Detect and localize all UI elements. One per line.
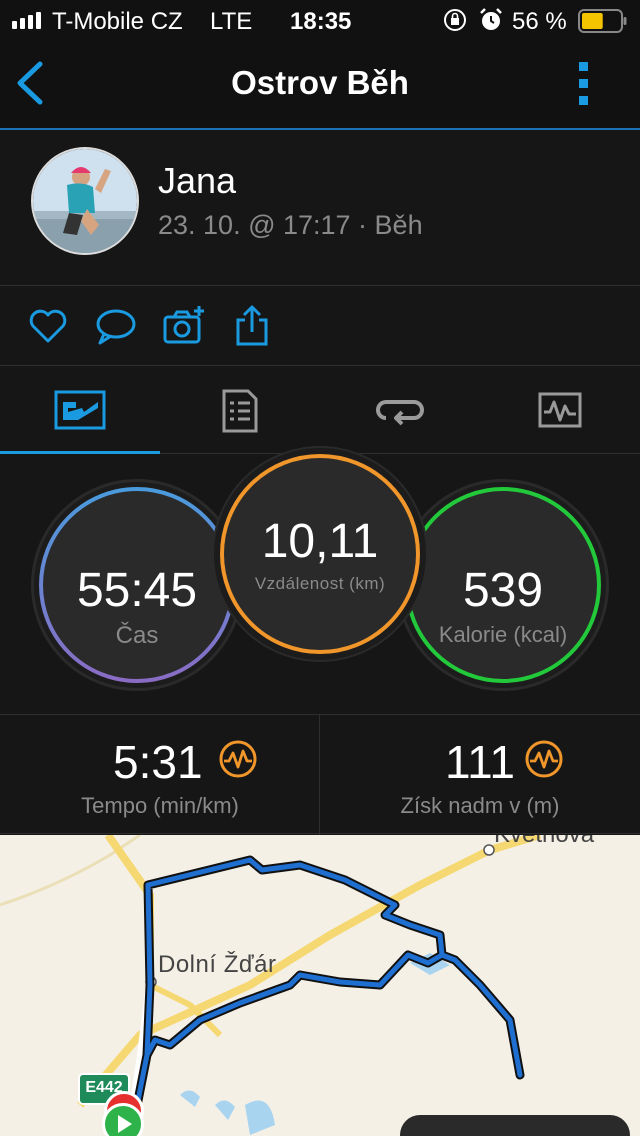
heart-icon[interactable]: [26, 304, 70, 348]
elevation-label: Získ nadm v (m): [400, 793, 560, 818]
calories-value: 539: [462, 564, 544, 617]
summary-stats: 55:45 Čas 539 Kalorie (kcal) 10,11 Vzdál…: [0, 446, 640, 714]
route-map[interactable]: Dolní Žďár Květnová E442: [0, 835, 640, 1136]
calories-label: Kalorie (kcal): [438, 622, 568, 647]
activity-tabs: [0, 366, 640, 455]
tab-laps[interactable]: [320, 366, 480, 454]
share-icon[interactable]: [230, 304, 274, 348]
charts-tab-icon: [538, 392, 582, 428]
activity-header: Jana 23. 10. @ 17:17 · Běh: [0, 130, 640, 286]
pace-metric[interactable]: 5:31 Tempo (min/km): [0, 715, 320, 835]
chevron-left-icon: [17, 61, 43, 105]
comment-icon[interactable]: [94, 304, 138, 348]
pace-label: Tempo (min/km): [81, 793, 239, 818]
add-photo-icon[interactable]: [162, 304, 206, 348]
elevation-value: 111: [445, 736, 515, 788]
map-town-label-2: Květnová: [494, 835, 594, 849]
start-marker: [102, 1103, 144, 1136]
tab-charts[interactable]: [480, 366, 640, 454]
route-line: [127, 855, 525, 1136]
network-label: LTE: [210, 8, 253, 35]
distance-value: 10,11: [261, 515, 379, 568]
calories-stat[interactable]: 539 Kalorie (kcal): [397, 479, 609, 691]
more-vertical-icon[interactable]: [568, 56, 600, 112]
distance-stat[interactable]: 10,11 Vzdálenost (km): [212, 446, 428, 662]
tab-details[interactable]: [160, 366, 320, 454]
tab-stats[interactable]: [0, 366, 160, 455]
lock-rotation-icon: [444, 9, 466, 31]
pace-value: 5:31: [113, 736, 203, 788]
laps-tab-icon: [376, 400, 424, 426]
distance-label: Vzdálenost (km): [254, 574, 386, 593]
map-town-label: Dolní Žďár: [158, 951, 277, 978]
user-name[interactable]: Jana: [158, 160, 236, 202]
action-bar: [0, 286, 640, 366]
metrics-row: 5:31 Tempo (min/km) 111 Získ nadm v (m): [0, 714, 640, 835]
elevation-metric[interactable]: 111 Získ nadm v (m): [320, 715, 640, 835]
signal-icon: [12, 12, 41, 29]
battery-percent: 56 %: [512, 8, 567, 35]
stats-tab-icon: [54, 390, 106, 430]
heart-rate-icon: [219, 740, 257, 778]
details-tab-icon: [222, 389, 258, 433]
map-controls[interactable]: [400, 1115, 630, 1136]
back-button[interactable]: [10, 58, 54, 108]
heart-rate-icon: [525, 740, 563, 778]
carrier-label: T-Mobile CZ: [52, 8, 183, 35]
nav-bar: Ostrov Běh: [0, 40, 640, 130]
alarm-icon: [480, 8, 502, 30]
avatar[interactable]: [31, 147, 139, 255]
activity-meta: 23. 10. @ 17:17 · Běh: [158, 210, 423, 240]
page-title: Ostrov Běh: [231, 64, 409, 101]
status-bar: T-Mobile CZ LTE 18:35 56 %: [0, 0, 640, 40]
battery-icon: [578, 9, 627, 33]
status-time: 18:35: [290, 8, 352, 35]
